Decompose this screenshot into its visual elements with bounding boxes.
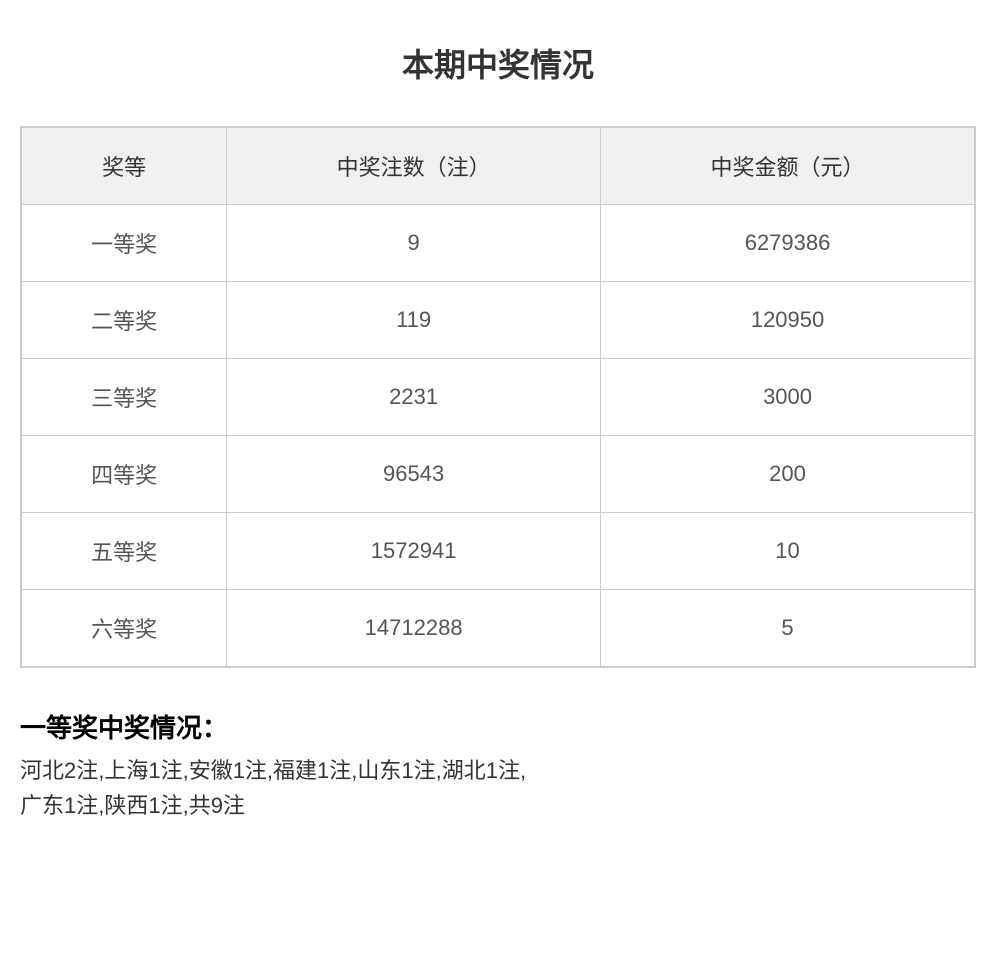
cell-amount: 6279386 <box>601 205 975 282</box>
cell-count: 1572941 <box>227 513 601 590</box>
cell-amount: 120950 <box>601 282 975 359</box>
table-row: 二等奖119120950 <box>22 282 975 359</box>
cell-count: 9 <box>227 205 601 282</box>
prize-table-wrapper: 奖等 中奖注数（注） 中奖金额（元） 一等奖96279386二等奖1191209… <box>20 126 976 668</box>
page-container: 本期中奖情况 奖等 中奖注数（注） 中奖金额（元） 一等奖96279386二等奖… <box>0 0 996 853</box>
col-header-count: 中奖注数（注） <box>227 128 601 205</box>
cell-prize-level: 二等奖 <box>22 282 227 359</box>
col-header-prize-level: 奖等 <box>22 128 227 205</box>
cell-prize-level: 三等奖 <box>22 359 227 436</box>
table-row: 一等奖96279386 <box>22 205 975 282</box>
first-prize-description: 河北2注,上海1注,安徽1注,福建1注,山东1注,湖北1注, 广东1注,陕西1注… <box>20 753 976 823</box>
table-row: 五等奖157294110 <box>22 513 975 590</box>
table-header-row: 奖等 中奖注数（注） 中奖金额（元） <box>22 128 975 205</box>
col-header-amount: 中奖金额（元） <box>601 128 975 205</box>
cell-amount: 3000 <box>601 359 975 436</box>
table-row: 六等奖147122885 <box>22 590 975 667</box>
cell-prize-level: 一等奖 <box>22 205 227 282</box>
first-prize-desc-line2: 广东1注,陕西1注,共9注 <box>20 793 245 818</box>
cell-prize-level: 六等奖 <box>22 590 227 667</box>
prize-table: 奖等 中奖注数（注） 中奖金额（元） 一等奖96279386二等奖1191209… <box>21 127 975 667</box>
page-title: 本期中奖情况 <box>20 30 976 96</box>
cell-amount: 5 <box>601 590 975 667</box>
cell-count: 2231 <box>227 359 601 436</box>
first-prize-section-title: 一等奖中奖情况： <box>20 708 976 745</box>
cell-count: 119 <box>227 282 601 359</box>
cell-amount: 10 <box>601 513 975 590</box>
table-row: 四等奖96543200 <box>22 436 975 513</box>
cell-prize-level: 四等奖 <box>22 436 227 513</box>
first-prize-desc-line1: 河北2注,上海1注,安徽1注,福建1注,山东1注,湖北1注, <box>20 758 526 783</box>
cell-count: 14712288 <box>227 590 601 667</box>
table-row: 三等奖22313000 <box>22 359 975 436</box>
cell-count: 96543 <box>227 436 601 513</box>
cell-amount: 200 <box>601 436 975 513</box>
first-prize-section: 一等奖中奖情况： 河北2注,上海1注,安徽1注,福建1注,山东1注,湖北1注, … <box>20 698 976 823</box>
cell-prize-level: 五等奖 <box>22 513 227 590</box>
